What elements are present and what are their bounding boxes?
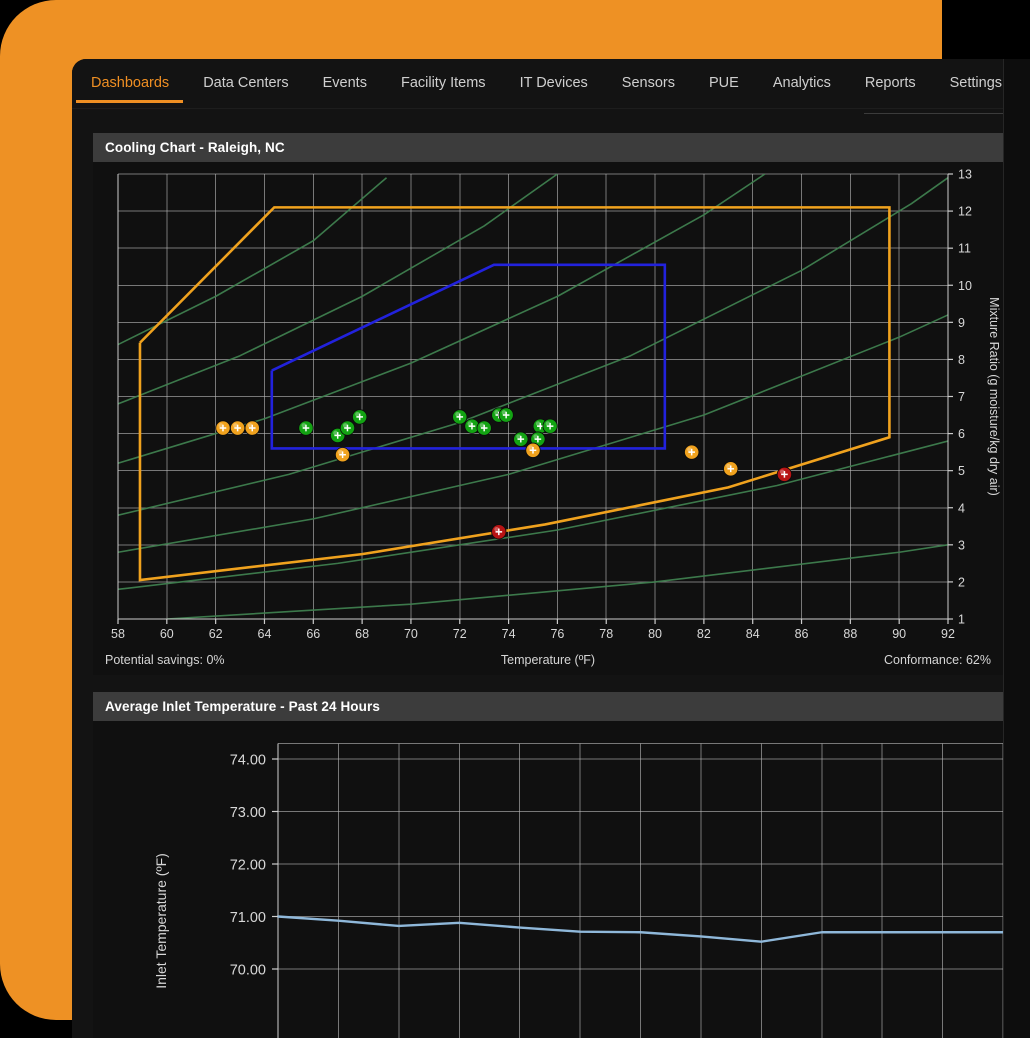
nav-label-analytics: Analytics [772, 74, 831, 91]
svg-text:88: 88 [843, 627, 857, 641]
svg-text:9: 9 [958, 316, 965, 330]
nav-label-settings: Settings [949, 74, 1003, 91]
screen-root: Dashboards Data Centers Events Facility … [0, 0, 1030, 1038]
svg-text:84: 84 [746, 627, 760, 641]
svg-text:4: 4 [958, 501, 965, 515]
svg-text:80: 80 [648, 627, 662, 641]
svg-text:76: 76 [550, 627, 564, 641]
main-navigation: Dashboards Data Centers Events Facility … [72, 59, 1030, 108]
psychrometric-plot-area[interactable]: 58 60 62 64 66 68 70 72 74 76 78 80 82 84 86 88 90 92 1 2 3 4… [93, 162, 1003, 675]
cooling-chart-card: Cooling Chart - Raleigh, NC 58 60 62 64 66 68… [93, 133, 1003, 675]
svg-text:82: 82 [697, 627, 711, 641]
inlet-plot-area[interactable]: 70.00 71.00 72.00 73.00 74.00 Inlet Temperatu… [93, 721, 1003, 1038]
svg-text:62: 62 [209, 627, 223, 641]
inlet-temperature-card: Average Inlet Temperature - Past 24 Hour… [93, 692, 1003, 1038]
nav-item-data-centers[interactable]: Data Centers [186, 61, 305, 107]
cooling-chart-body: 58 60 62 64 66 68 70 72 74 76 78 80 82 84 86 88 90 92 1 2 3 4… [93, 162, 1003, 675]
svg-text:68: 68 [355, 627, 369, 641]
inlet-temperature-axis-label: Inlet Temperature (ºF) [153, 853, 169, 989]
temperature-axis-label: Temperature (ºF) [500, 653, 596, 667]
nav-item-reports[interactable]: Reports [848, 61, 933, 107]
data-point-marker [298, 420, 314, 436]
svg-text:11: 11 [958, 242, 971, 256]
svg-text:78: 78 [599, 627, 613, 641]
nav-item-facility-items[interactable]: Facility Items [384, 61, 503, 107]
data-point-marker [244, 420, 260, 436]
svg-text:6: 6 [958, 427, 965, 441]
svg-text:58: 58 [111, 627, 125, 641]
svg-text:70.00: 70.00 [230, 963, 266, 979]
svg-text:74: 74 [502, 627, 516, 641]
inlet-temperature-chart-svg: 70.00 71.00 72.00 73.00 74.00 Inlet Temperatu… [93, 721, 1003, 1038]
mixture-ratio-axis-label: Mixture Ratio (g moisture/kg dry air) [987, 297, 1001, 496]
svg-text:71.00: 71.00 [230, 910, 266, 926]
data-point-marker [339, 420, 356, 436]
inlet-temperature-body: 70.00 71.00 72.00 73.00 74.00 Inlet Temperatu… [93, 721, 1003, 1038]
data-point-marker [452, 409, 468, 425]
svg-text:8: 8 [958, 353, 965, 367]
svg-text:2: 2 [958, 575, 965, 589]
nav-item-events[interactable]: Events [306, 61, 384, 107]
cooling-chart-footer: Potential savings: 0% Temperature (ºF) C… [93, 653, 1003, 671]
nav-item-it-devices[interactable]: IT Devices [503, 61, 605, 107]
data-point-marker [542, 418, 558, 434]
svg-text:72.00: 72.00 [230, 858, 266, 874]
svg-text:13: 13 [958, 168, 972, 182]
nav-item-dashboards[interactable]: Dashboards [74, 61, 186, 107]
nav-label-dashboards: Dashboards [91, 74, 170, 91]
data-point-marker [491, 524, 507, 540]
cooling-chart-title: Cooling Chart - Raleigh, NC [93, 133, 1003, 162]
data-point-marker [723, 461, 739, 477]
svg-text:72: 72 [453, 627, 467, 641]
nav-label-it-devices: IT Devices [519, 74, 588, 91]
nav-label-pue: PUE [709, 74, 739, 91]
data-point-marker [476, 420, 492, 436]
nav-item-analytics[interactable]: Analytics [756, 61, 848, 107]
svg-text:90: 90 [892, 627, 906, 641]
right-panel-sliver [1003, 59, 1030, 1038]
navbar-divider [72, 108, 1030, 109]
svg-text:60: 60 [160, 627, 174, 641]
data-point-marker [215, 420, 231, 436]
nav-item-sensors[interactable]: Sensors [605, 61, 692, 107]
data-point-marker [776, 466, 793, 482]
svg-text:10: 10 [958, 279, 972, 293]
svg-text:12: 12 [958, 205, 972, 219]
data-point-marker [513, 431, 529, 447]
svg-text:5: 5 [958, 464, 965, 478]
nav-label-data-centers: Data Centers [203, 74, 289, 91]
nav-label-reports: Reports [864, 74, 916, 91]
svg-text:73.00: 73.00 [230, 805, 266, 821]
svg-text:1: 1 [958, 613, 965, 627]
inlet-temperature-title: Average Inlet Temperature - Past 24 Hour… [93, 692, 1003, 721]
nav-item-pue[interactable]: PUE [692, 61, 756, 107]
data-point-marker [230, 420, 246, 436]
svg-text:86: 86 [795, 627, 809, 641]
svg-text:7: 7 [958, 390, 965, 404]
svg-text:70: 70 [404, 627, 418, 641]
data-point-marker [334, 447, 351, 463]
application-window: Dashboards Data Centers Events Facility … [72, 59, 1030, 1038]
svg-text:3: 3 [958, 538, 965, 552]
svg-text:66: 66 [306, 627, 320, 641]
data-point-marker [525, 442, 541, 458]
svg-text:64: 64 [258, 627, 272, 641]
conformance-label: Conformance: 62% [883, 653, 991, 667]
svg-text:74.00: 74.00 [230, 753, 266, 769]
data-point-marker [684, 444, 700, 460]
psychrometric-chart-svg: 58 60 62 64 66 68 70 72 74 76 78 80 82 84 86 88 90 921234… [93, 162, 1003, 675]
nav-label-sensors: Sensors [621, 74, 675, 91]
data-point-marker [498, 407, 514, 423]
nav-label-facility-items: Facility Items [400, 74, 486, 91]
svg-text:92: 92 [941, 627, 955, 641]
data-point-marker [352, 409, 368, 425]
nav-label-events: Events [322, 74, 367, 91]
